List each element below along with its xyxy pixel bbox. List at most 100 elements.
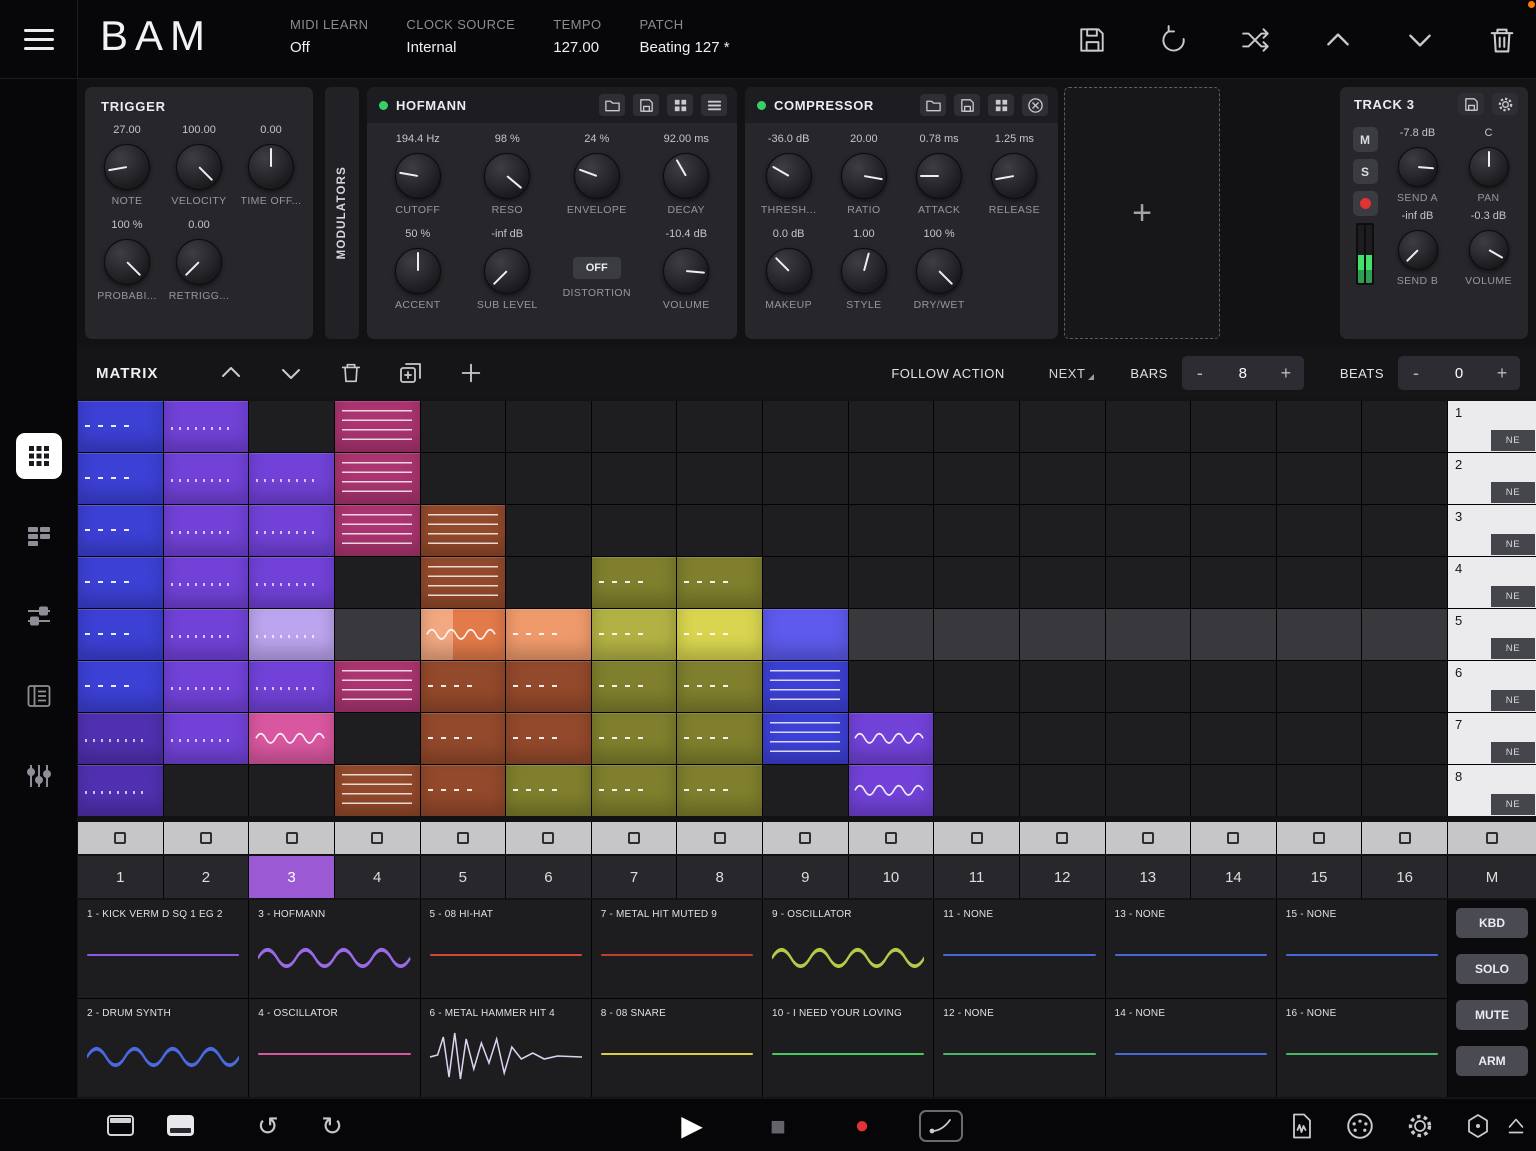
clip-cell[interactable] bbox=[763, 557, 848, 608]
clip-cell[interactable] bbox=[1020, 453, 1105, 504]
knob-volume[interactable]: -0.3 dBVOLUME bbox=[1453, 206, 1524, 289]
knob-dial[interactable] bbox=[1398, 230, 1438, 270]
kbd-button[interactable]: KBD bbox=[1456, 908, 1528, 938]
delete-trash-icon[interactable] bbox=[1486, 24, 1518, 56]
track-number-cell[interactable]: 5 bbox=[421, 856, 506, 898]
knob-dial[interactable] bbox=[104, 144, 150, 190]
clip-cell[interactable] bbox=[934, 661, 1019, 712]
clip-stop-cell[interactable] bbox=[1362, 822, 1447, 854]
track-number-cell[interactable]: 16 bbox=[1362, 856, 1447, 898]
clip-cell[interactable] bbox=[1020, 765, 1105, 816]
knob-dial[interactable] bbox=[1469, 147, 1509, 187]
clip-cell[interactable] bbox=[1362, 765, 1447, 816]
grid-view-icon[interactable] bbox=[988, 94, 1014, 116]
clip-cell[interactable] bbox=[164, 713, 249, 764]
clip-cell[interactable] bbox=[1106, 609, 1191, 660]
settings-gear-icon[interactable] bbox=[1400, 1099, 1440, 1151]
preset-save-icon[interactable] bbox=[954, 94, 980, 116]
knob-decay[interactable]: 92.00 msDECAY bbox=[642, 129, 732, 218]
clip-cell[interactable] bbox=[849, 505, 934, 556]
clip-cell[interactable] bbox=[1020, 557, 1105, 608]
clip-cell[interactable] bbox=[78, 401, 163, 452]
track-number-cell[interactable]: 14 bbox=[1191, 856, 1276, 898]
scene-delete-icon[interactable] bbox=[336, 358, 366, 388]
distortion-toggle-button[interactable]: OFF bbox=[573, 257, 621, 279]
clip-cell[interactable] bbox=[763, 661, 848, 712]
clip-cell[interactable] bbox=[849, 401, 934, 452]
knob-attack[interactable]: 0.78 msATTACK bbox=[902, 129, 977, 218]
clip-cell[interactable] bbox=[677, 453, 762, 504]
knob-dial[interactable] bbox=[248, 144, 294, 190]
track-number-cell[interactable]: 8 bbox=[677, 856, 762, 898]
knob-dial[interactable] bbox=[395, 248, 441, 294]
track-number-cell[interactable]: 10 bbox=[849, 856, 934, 898]
clip-cell[interactable] bbox=[421, 765, 506, 816]
knob-dial[interactable] bbox=[104, 239, 150, 285]
clip-cell[interactable] bbox=[849, 453, 934, 504]
knob-dial[interactable] bbox=[916, 248, 962, 294]
clip-cell[interactable] bbox=[1277, 505, 1362, 556]
track-number-cell[interactable]: 12 bbox=[1020, 856, 1105, 898]
clip-stop-cell[interactable] bbox=[1106, 822, 1191, 854]
clip-cell[interactable] bbox=[849, 609, 934, 660]
knob-thresh[interactable]: -36.0 dBTHRESH... bbox=[751, 129, 826, 218]
knob-ratio[interactable]: 20.00RATIO bbox=[826, 129, 901, 218]
clip-stop-cell[interactable] bbox=[78, 822, 163, 854]
clip-cell[interactable] bbox=[335, 557, 420, 608]
clip-stop-cell[interactable] bbox=[1020, 822, 1105, 854]
clip-cell[interactable] bbox=[934, 453, 1019, 504]
clip-cell[interactable] bbox=[934, 765, 1019, 816]
track-number-cell[interactable]: 4 bbox=[335, 856, 420, 898]
clip-cell[interactable] bbox=[506, 453, 591, 504]
master-number-cell[interactable]: M bbox=[1448, 856, 1536, 898]
clip-cell[interactable] bbox=[1277, 453, 1362, 504]
knob-makeup[interactable]: 0.0 dBMAKEUP bbox=[751, 224, 826, 313]
track-name-cell[interactable]: 9 - OSCILLATOR bbox=[763, 900, 933, 998]
song-view-icon[interactable] bbox=[16, 673, 62, 719]
track-solo-button[interactable]: S bbox=[1353, 159, 1378, 184]
track-name-cell[interactable]: 6 - METAL HAMMER HIT 4 bbox=[421, 999, 591, 1097]
knob-note[interactable]: 27.00NOTE bbox=[91, 120, 163, 209]
clip-cell[interactable] bbox=[78, 661, 163, 712]
clip-cell[interactable] bbox=[506, 661, 591, 712]
clip-cell[interactable] bbox=[677, 661, 762, 712]
track-number-cell[interactable]: 3 bbox=[249, 856, 334, 898]
mixer-view-icon[interactable] bbox=[16, 753, 62, 799]
clip-cell[interactable] bbox=[677, 713, 762, 764]
clip-cell[interactable] bbox=[592, 713, 677, 764]
clip-cell[interactable] bbox=[335, 401, 420, 452]
clip-cell[interactable] bbox=[164, 765, 249, 816]
track-name-cell[interactable]: 10 - I NEED YOUR LOVING bbox=[763, 999, 933, 1097]
preset-folder-icon[interactable] bbox=[599, 94, 625, 116]
knob-dial[interactable] bbox=[1398, 147, 1438, 187]
clip-cell[interactable] bbox=[421, 609, 506, 660]
clip-stop-cell[interactable] bbox=[934, 822, 1019, 854]
clip-cell[interactable] bbox=[934, 609, 1019, 660]
clip-cell[interactable] bbox=[1020, 661, 1105, 712]
knob-dry-wet[interactable]: 100 %DRY/WET bbox=[902, 224, 977, 313]
add-device-slot[interactable]: + bbox=[1064, 87, 1220, 339]
track-name-cell[interactable]: 16 - NONE bbox=[1277, 999, 1447, 1097]
track-name-cell[interactable]: 2 - DRUM SYNTH bbox=[78, 999, 248, 1097]
track-name-cell[interactable]: 4 - OSCILLATOR bbox=[249, 999, 419, 1097]
clip-cell[interactable] bbox=[1106, 661, 1191, 712]
scene-move-down-icon[interactable] bbox=[276, 358, 306, 388]
clip-cell[interactable] bbox=[1362, 557, 1447, 608]
step-sequencer-view-icon[interactable] bbox=[16, 513, 62, 559]
clip-cell[interactable] bbox=[1106, 401, 1191, 452]
knob-dial[interactable] bbox=[841, 153, 887, 199]
clip-stop-cell[interactable] bbox=[677, 822, 762, 854]
knob-dial[interactable] bbox=[1469, 230, 1509, 270]
clip-cell[interactable] bbox=[335, 505, 420, 556]
bars-increment-button[interactable]: + bbox=[1268, 363, 1304, 384]
clip-cell[interactable] bbox=[1191, 609, 1276, 660]
clip-cell[interactable] bbox=[1020, 401, 1105, 452]
clip-cell[interactable] bbox=[1106, 765, 1191, 816]
knob-velocity[interactable]: 100.00VELOCITY bbox=[163, 120, 235, 209]
scene-duplicate-icon[interactable] bbox=[396, 358, 426, 388]
beats-decrement-button[interactable]: - bbox=[1398, 363, 1434, 384]
track-name-cell[interactable]: 1 - KICK VERM D SQ 1 EG 2 bbox=[78, 900, 248, 998]
undo-icon[interactable]: ↺ bbox=[248, 1099, 288, 1151]
clip-cell[interactable] bbox=[592, 401, 677, 452]
clip-cell[interactable] bbox=[592, 609, 677, 660]
